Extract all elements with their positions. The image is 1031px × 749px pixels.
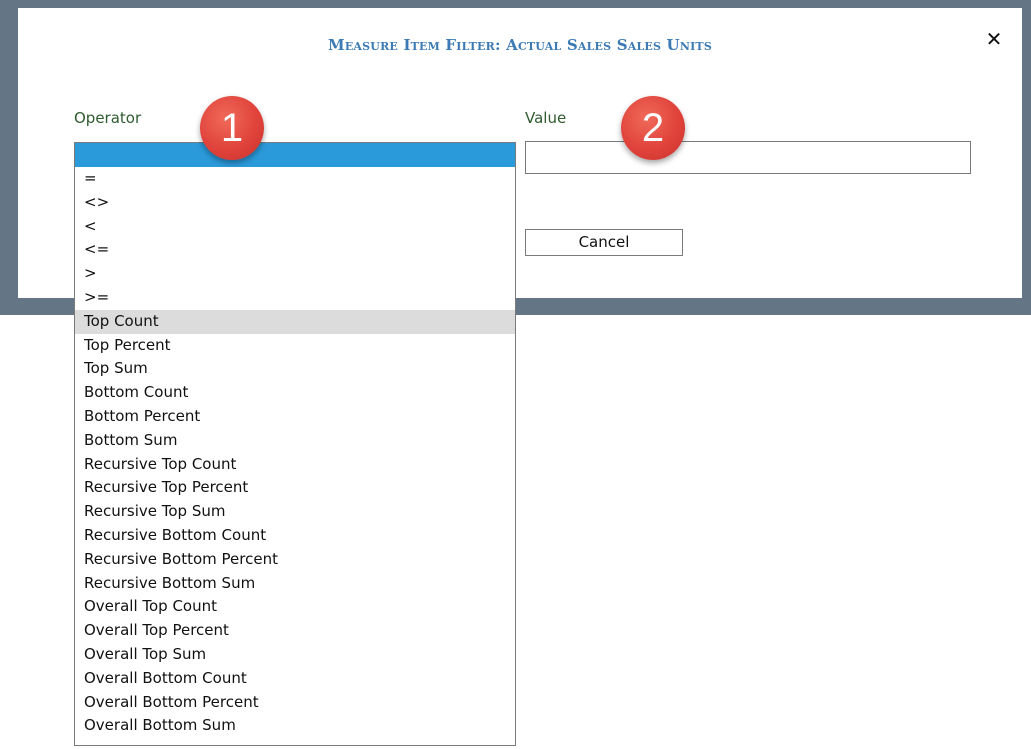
operator-label: Operator xyxy=(74,109,142,127)
operator-option[interactable]: Overall Bottom Sum xyxy=(75,714,515,738)
operator-option[interactable]: Recursive Bottom Count xyxy=(75,524,515,548)
operator-option[interactable]: Recursive Top Count xyxy=(75,453,515,477)
operator-option[interactable]: Top Count xyxy=(75,309,515,334)
operator-option[interactable]: Top Sum xyxy=(75,357,515,381)
operator-option[interactable]: Bottom Count xyxy=(75,381,515,405)
value-label: Value xyxy=(525,109,567,127)
operator-option[interactable]: Overall Bottom Percent xyxy=(75,691,515,715)
operator-option[interactable]: Recursive Top Sum xyxy=(75,500,515,524)
operator-option[interactable]: <= xyxy=(75,238,515,262)
step-badge-1: 1 xyxy=(200,96,264,160)
operator-option[interactable]: <> xyxy=(75,191,515,215)
operator-option[interactable]: Recursive Bottom Sum xyxy=(75,572,515,596)
operator-option[interactable]: Overall Bottom Count xyxy=(75,667,515,691)
operator-option[interactable]: < xyxy=(75,215,515,239)
operator-option[interactable]: Bottom Percent xyxy=(75,405,515,429)
operator-option[interactable]: Recursive Bottom Percent xyxy=(75,548,515,572)
step-badge-2: 2 xyxy=(621,96,685,160)
operator-option[interactable]: >= xyxy=(75,286,515,310)
operator-option[interactable]: Overall Top Sum xyxy=(75,643,515,667)
operator-option[interactable]: Overall Top Percent xyxy=(75,619,515,643)
operator-option[interactable]: Overall Top Count xyxy=(75,595,515,619)
operator-option[interactable]: > xyxy=(75,262,515,286)
operator-option[interactable]: Bottom Sum xyxy=(75,429,515,453)
operator-option[interactable]: Recursive Top Percent xyxy=(75,476,515,500)
dialog-title: Measure Item Filter: Actual Sales Sales … xyxy=(328,36,712,54)
operator-option[interactable] xyxy=(75,143,515,167)
value-input[interactable] xyxy=(525,141,971,174)
operator-option[interactable]: Top Percent xyxy=(75,334,515,358)
cancel-button[interactable]: Cancel xyxy=(525,229,683,256)
close-icon[interactable]: ✕ xyxy=(983,28,1005,50)
operator-option[interactable]: = xyxy=(75,167,515,191)
operator-dropdown-list[interactable]: = <> < <= > >= Top Count Top Percent Top Sum Bott… xyxy=(74,142,516,746)
